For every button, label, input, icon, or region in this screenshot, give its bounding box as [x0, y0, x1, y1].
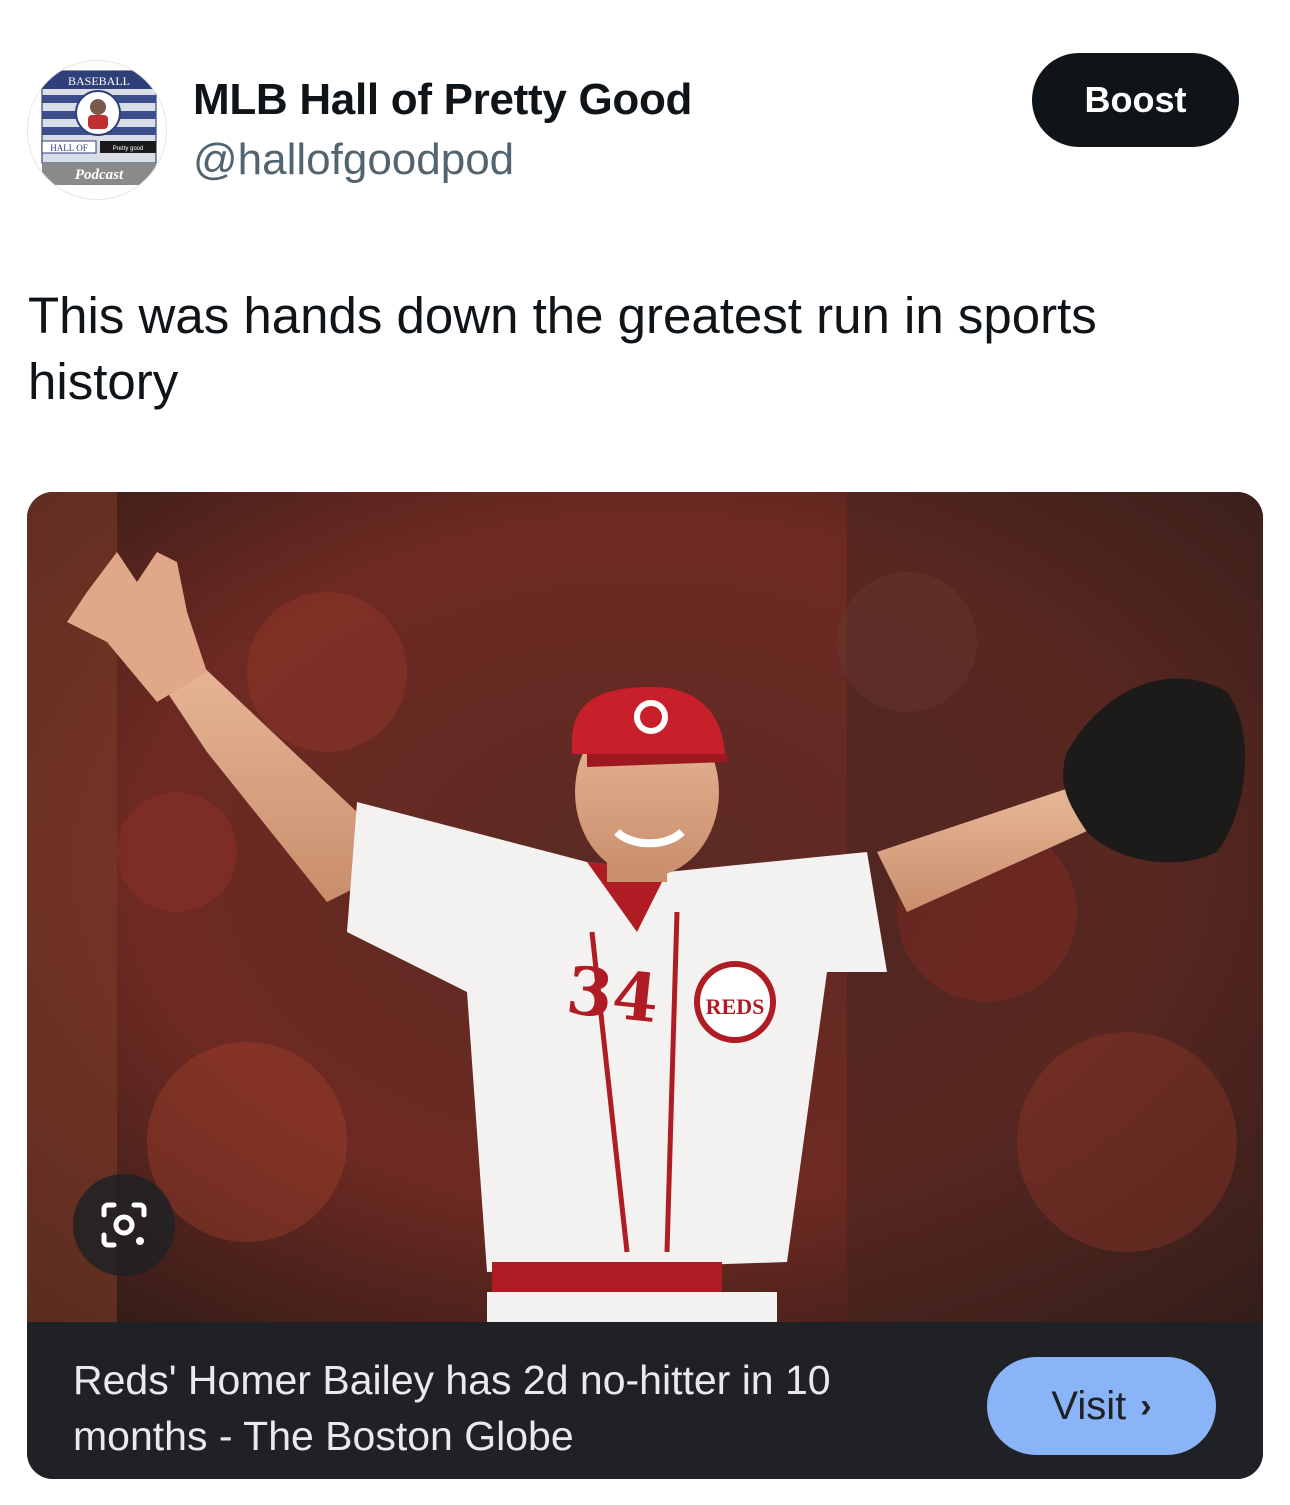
- podcast-logo-image: BASEBALL HALL OF Pretty good Podcast: [28, 61, 166, 199]
- card-title[interactable]: Reds' Homer Bailey has 2d no-hitter in 1…: [73, 1352, 943, 1464]
- user-handle[interactable]: @hallofgoodpod: [193, 134, 514, 186]
- tweet-text: This was hands down the greatest run in …: [28, 287, 1097, 410]
- svg-text:BASEBALL: BASEBALL: [68, 74, 130, 88]
- visit-button[interactable]: Visit ›: [987, 1357, 1216, 1455]
- svg-text:REDS: REDS: [706, 994, 765, 1019]
- lens-search-button[interactable]: [73, 1174, 175, 1276]
- visit-label: Visit: [1051, 1383, 1127, 1428]
- svg-text:Pretty good: Pretty good: [113, 146, 144, 152]
- pitcher-celebration-photo: 34 REDS: [27, 492, 1263, 1322]
- svg-text:Podcast: Podcast: [75, 167, 124, 183]
- display-name[interactable]: MLB Hall of Pretty Good: [193, 73, 692, 127]
- tweet-header: BASEBALL HALL OF Pretty good Podcast MLB…: [0, 0, 1290, 220]
- svg-text:HALL OF: HALL OF: [50, 143, 87, 153]
- lens-search-icon: [101, 1202, 147, 1248]
- boost-button[interactable]: Boost: [1032, 53, 1239, 147]
- link-preview-card[interactable]: 34 REDS Reds' Homer Bailey has 2d no-hit…: [27, 492, 1263, 1479]
- card-image[interactable]: 34 REDS: [27, 492, 1263, 1322]
- profile-avatar[interactable]: BASEBALL HALL OF Pretty good Podcast: [27, 60, 167, 200]
- chevron-right-icon: ›: [1140, 1386, 1152, 1425]
- card-footer: Reds' Homer Bailey has 2d no-hitter in 1…: [27, 1322, 1263, 1479]
- svg-text:34: 34: [563, 951, 663, 1038]
